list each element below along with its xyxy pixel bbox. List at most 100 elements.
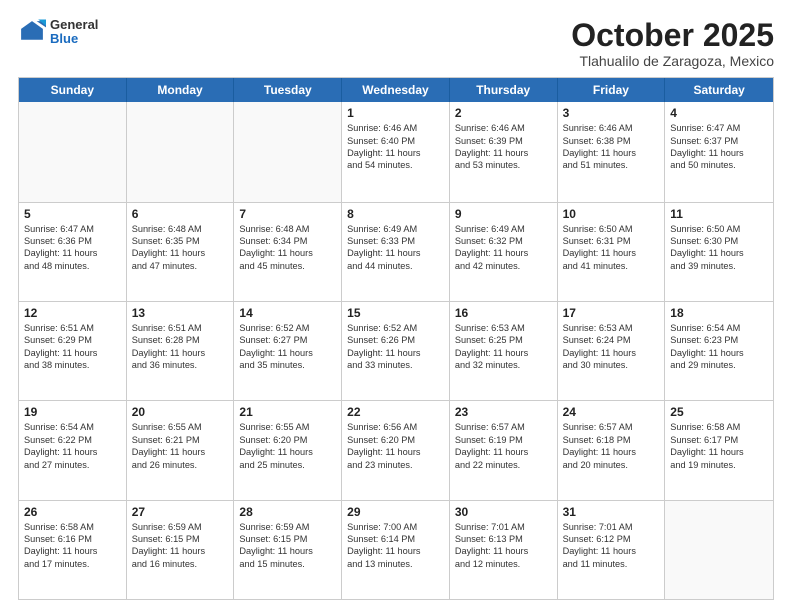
day-number: 7 xyxy=(239,207,336,221)
day-number: 23 xyxy=(455,405,552,419)
cell-info-line: Sunset: 6:35 PM xyxy=(132,235,229,247)
cell-info-line: and 19 minutes. xyxy=(670,459,768,471)
calendar-cell: 26Sunrise: 6:58 AMSunset: 6:16 PMDayligh… xyxy=(19,501,127,599)
calendar-row: 5Sunrise: 6:47 AMSunset: 6:36 PMDaylight… xyxy=(19,202,773,301)
cell-info-line: Daylight: 11 hours xyxy=(455,347,552,359)
cell-info-line: Sunrise: 6:52 AM xyxy=(239,322,336,334)
day-number: 31 xyxy=(563,505,660,519)
day-number: 5 xyxy=(24,207,121,221)
cell-info-line: Sunrise: 6:57 AM xyxy=(563,421,660,433)
cell-info-line: and 51 minutes. xyxy=(563,159,660,171)
cell-info-line: Sunrise: 6:48 AM xyxy=(132,223,229,235)
cell-info-line: Sunset: 6:23 PM xyxy=(670,334,768,346)
cell-info-line: Sunrise: 6:47 AM xyxy=(670,122,768,134)
calendar-cell xyxy=(127,102,235,201)
cell-info-line: Daylight: 11 hours xyxy=(24,347,121,359)
day-number: 24 xyxy=(563,405,660,419)
cell-info-line: Daylight: 11 hours xyxy=(239,545,336,557)
cell-info-line: Sunset: 6:38 PM xyxy=(563,135,660,147)
day-number: 21 xyxy=(239,405,336,419)
cell-info-line: Sunrise: 6:57 AM xyxy=(455,421,552,433)
cell-info-line: and 35 minutes. xyxy=(239,359,336,371)
cell-info-line: Daylight: 11 hours xyxy=(347,247,444,259)
day-number: 15 xyxy=(347,306,444,320)
day-number: 18 xyxy=(670,306,768,320)
cell-info-line: and 17 minutes. xyxy=(24,558,121,570)
cell-info-line: and 11 minutes. xyxy=(563,558,660,570)
cell-info-line: and 41 minutes. xyxy=(563,260,660,272)
cell-info-line: and 25 minutes. xyxy=(239,459,336,471)
cell-info-line: and 53 minutes. xyxy=(455,159,552,171)
cell-info-line: and 54 minutes. xyxy=(347,159,444,171)
day-number: 26 xyxy=(24,505,121,519)
cell-info-line: and 39 minutes. xyxy=(670,260,768,272)
calendar-row: 1Sunrise: 6:46 AMSunset: 6:40 PMDaylight… xyxy=(19,102,773,201)
month-title: October 2025 xyxy=(571,18,774,53)
cell-info-line: Daylight: 11 hours xyxy=(563,545,660,557)
logo: General Blue xyxy=(18,18,98,47)
cell-info-line: Sunrise: 6:50 AM xyxy=(670,223,768,235)
cell-info-line: and 30 minutes. xyxy=(563,359,660,371)
cell-info-line: Sunrise: 6:47 AM xyxy=(24,223,121,235)
cell-info-line: and 33 minutes. xyxy=(347,359,444,371)
cell-info-line: Sunset: 6:12 PM xyxy=(563,533,660,545)
calendar-cell: 14Sunrise: 6:52 AMSunset: 6:27 PMDayligh… xyxy=(234,302,342,400)
cell-info-line: and 29 minutes. xyxy=(670,359,768,371)
cell-info-line: Sunrise: 6:55 AM xyxy=(132,421,229,433)
calendar-cell: 9Sunrise: 6:49 AMSunset: 6:32 PMDaylight… xyxy=(450,203,558,301)
cell-info-line: and 50 minutes. xyxy=(670,159,768,171)
cell-info-line: Sunrise: 6:49 AM xyxy=(455,223,552,235)
calendar-cell: 8Sunrise: 6:49 AMSunset: 6:33 PMDaylight… xyxy=(342,203,450,301)
cell-info-line: Daylight: 11 hours xyxy=(455,446,552,458)
calendar-cell xyxy=(234,102,342,201)
cell-info-line: Sunrise: 6:46 AM xyxy=(455,122,552,134)
cell-info-line: and 23 minutes. xyxy=(347,459,444,471)
cell-info-line: Sunset: 6:36 PM xyxy=(24,235,121,247)
cell-info-line: Daylight: 11 hours xyxy=(670,446,768,458)
day-number: 13 xyxy=(132,306,229,320)
calendar-cell: 7Sunrise: 6:48 AMSunset: 6:34 PMDaylight… xyxy=(234,203,342,301)
calendar: SundayMondayTuesdayWednesdayThursdayFrid… xyxy=(18,77,774,600)
calendar-cell: 5 Sunrise: 6:47 AMSunset: 6:36 PMDaylight… xyxy=(19,203,127,301)
cell-info-line: and 48 minutes. xyxy=(24,260,121,272)
day-number: 29 xyxy=(347,505,444,519)
cell-info-line: Daylight: 11 hours xyxy=(132,545,229,557)
cell-info-line: Sunrise: 6:51 AM xyxy=(24,322,121,334)
cell-info-line: Daylight: 11 hours xyxy=(239,247,336,259)
calendar-cell: 18Sunrise: 6:54 AMSunset: 6:23 PMDayligh… xyxy=(665,302,773,400)
calendar-cell: 20Sunrise: 6:55 AMSunset: 6:21 PMDayligh… xyxy=(127,401,235,499)
calendar-row: 19Sunrise: 6:54 AMSunset: 6:22 PMDayligh… xyxy=(19,400,773,499)
cell-info-line: Sunrise: 6:55 AM xyxy=(239,421,336,433)
cell-info-line: Sunset: 6:26 PM xyxy=(347,334,444,346)
calendar-cell xyxy=(665,501,773,599)
cell-info-line: and 13 minutes. xyxy=(347,558,444,570)
cell-info-line: Daylight: 11 hours xyxy=(347,147,444,159)
cell-info-line: Daylight: 11 hours xyxy=(239,446,336,458)
logo-general: General xyxy=(50,18,98,32)
cell-info-line: and 12 minutes. xyxy=(455,558,552,570)
calendar-cell: 13Sunrise: 6:51 AMSunset: 6:28 PMDayligh… xyxy=(127,302,235,400)
day-number: 1 xyxy=(347,106,444,120)
cell-info-line: Daylight: 11 hours xyxy=(347,446,444,458)
calendar-cell: 17Sunrise: 6:53 AMSunset: 6:24 PMDayligh… xyxy=(558,302,666,400)
cell-info-line: Sunrise: 6:59 AM xyxy=(239,521,336,533)
logo-blue: Blue xyxy=(50,32,98,46)
cell-info-line: and 45 minutes. xyxy=(239,260,336,272)
calendar-cell: 25Sunrise: 6:58 AMSunset: 6:17 PMDayligh… xyxy=(665,401,773,499)
calendar-cell: 19Sunrise: 6:54 AMSunset: 6:22 PMDayligh… xyxy=(19,401,127,499)
cell-info-line: and 15 minutes. xyxy=(239,558,336,570)
cell-info-line: Sunset: 6:28 PM xyxy=(132,334,229,346)
day-number: 25 xyxy=(670,405,768,419)
day-number: 30 xyxy=(455,505,552,519)
cell-info-line: and 47 minutes. xyxy=(132,260,229,272)
cell-info-line: Sunset: 6:13 PM xyxy=(455,533,552,545)
location: Tlahualilo de Zaragoza, Mexico xyxy=(571,53,774,69)
cell-info-line: Sunset: 6:17 PM xyxy=(670,434,768,446)
cell-info-line: Daylight: 11 hours xyxy=(239,347,336,359)
calendar-cell: 10Sunrise: 6:50 AMSunset: 6:31 PMDayligh… xyxy=(558,203,666,301)
day-number: 22 xyxy=(347,405,444,419)
cell-info-line: Daylight: 11 hours xyxy=(24,247,121,259)
cell-info-line: and 42 minutes. xyxy=(455,260,552,272)
cell-info-line: and 16 minutes. xyxy=(132,558,229,570)
cell-info-line: Daylight: 11 hours xyxy=(347,347,444,359)
